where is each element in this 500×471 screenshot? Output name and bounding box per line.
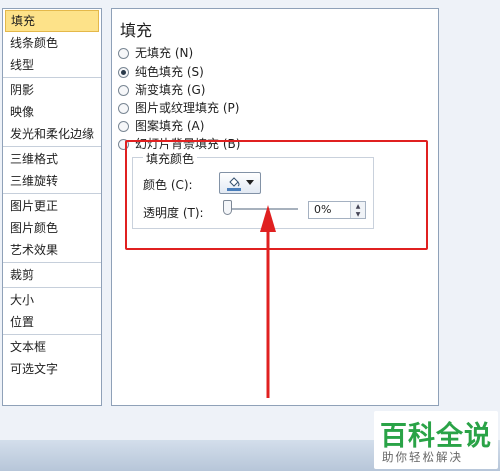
watermark-brand: 百科全说 [380, 421, 492, 452]
watermark-logo: 百科全说 助你轻松解决 [374, 411, 498, 469]
annotation-arrow [260, 205, 276, 398]
watermark-slogan: 助你轻松解决 [382, 450, 463, 464]
format-picture-dialog: 填充 线条颜色 线型 阴影 映像 发光和柔化边缘 三维格式 三维旋转 图片更正 图片颜色 艺术效果裁… [0, 0, 500, 440]
